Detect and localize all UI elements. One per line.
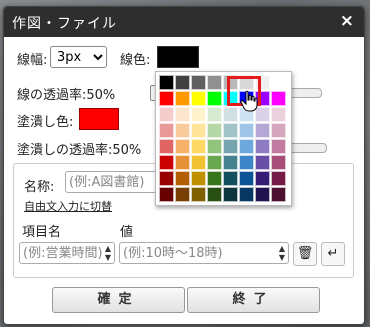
palette-swatch[interactable] (159, 91, 174, 106)
palette-swatch[interactable] (223, 187, 238, 202)
free-input-toggle-link[interactable]: 自由文入力に切替 (24, 198, 112, 214)
palette-swatch[interactable] (191, 139, 206, 154)
palette-swatch[interactable] (191, 75, 206, 90)
palette-swatch[interactable] (255, 187, 270, 202)
line-color-label: 線色: (120, 53, 151, 68)
trash-icon: 🗑 (296, 246, 314, 261)
palette-swatch[interactable] (255, 139, 270, 154)
palette-swatch[interactable] (239, 123, 254, 138)
palette-swatch[interactable] (207, 139, 222, 154)
exit-button[interactable]: 終了 (187, 287, 320, 313)
palette-swatch[interactable] (159, 107, 174, 122)
value-input[interactable]: (例:10時～18時) ▲ ▼ (119, 242, 289, 264)
palette-swatch[interactable] (175, 171, 190, 186)
item-name-input[interactable]: (例:営業時間) ▲ ▼ (19, 242, 115, 264)
palette-swatch[interactable] (175, 91, 190, 106)
palette-swatch[interactable] (191, 107, 206, 122)
spin-down-icon[interactable]: ▼ (277, 253, 287, 262)
palette-swatch[interactable] (207, 91, 222, 106)
palette-swatch[interactable] (223, 139, 238, 154)
palette-swatch[interactable] (223, 123, 238, 138)
palette-swatch[interactable] (191, 155, 206, 170)
spin-up-icon[interactable]: ▲ (277, 244, 287, 253)
delete-row-button[interactable]: 🗑 (293, 242, 317, 266)
palette-swatch[interactable] (159, 75, 174, 90)
palette-swatch[interactable] (271, 107, 286, 122)
item-name-header: 項目名 (22, 225, 62, 240)
palette-swatch[interactable] (271, 187, 286, 202)
palette-swatch[interactable] (255, 171, 270, 186)
palette-swatch[interactable] (191, 187, 206, 202)
dialog-title: 作図・ファイル (12, 16, 117, 32)
palette-swatch[interactable] (271, 123, 286, 138)
item-name-placeholder: (例:営業時間) (23, 246, 103, 261)
palette-swatch[interactable] (239, 155, 254, 170)
palette-swatch[interactable] (271, 75, 286, 90)
color-palette-popup (155, 71, 292, 206)
palette-swatch[interactable] (239, 171, 254, 186)
palette-swatch[interactable] (207, 155, 222, 170)
spin-up-icon[interactable]: ▲ (103, 244, 113, 253)
palette-swatch[interactable] (255, 155, 270, 170)
palette-swatch[interactable] (159, 171, 174, 186)
palette-swatch[interactable] (175, 75, 190, 90)
name-label: 名称: (24, 180, 55, 195)
enter-icon: ↵ (327, 246, 339, 261)
value-spinner[interactable]: ▲ ▼ (277, 244, 287, 263)
add-row-button[interactable]: ↵ (321, 242, 345, 266)
palette-swatch[interactable] (271, 171, 286, 186)
palette-swatch[interactable] (223, 171, 238, 186)
close-icon[interactable]: × (340, 11, 354, 31)
fill-color-swatch[interactable] (79, 108, 119, 130)
palette-swatch[interactable] (207, 187, 222, 202)
palette-swatch[interactable] (239, 139, 254, 154)
value-placeholder: (例:10時～18時) (123, 246, 223, 261)
palette-swatch[interactable] (175, 155, 190, 170)
palette-swatch[interactable] (255, 123, 270, 138)
spin-down-icon[interactable]: ▼ (103, 253, 113, 262)
line-width-select[interactable]: 3px (50, 46, 107, 68)
palette-swatch[interactable] (175, 139, 190, 154)
palette-swatch[interactable] (175, 187, 190, 202)
palette-swatch[interactable] (159, 187, 174, 202)
palette-swatch[interactable] (159, 123, 174, 138)
palette-swatch[interactable] (207, 171, 222, 186)
title-bar: 作図・ファイル × (4, 7, 364, 37)
palette-swatch[interactable] (271, 155, 286, 170)
name-input[interactable]: (例:A図書館) (65, 171, 157, 193)
palette-swatch[interactable] (207, 75, 222, 90)
palette-swatch[interactable] (159, 139, 174, 154)
item-spinner[interactable]: ▲ ▼ (103, 244, 113, 263)
palette-swatch[interactable] (239, 187, 254, 202)
line-opacity-label: 線の透過率:50% (17, 88, 116, 103)
palette-swatch[interactable] (175, 107, 190, 122)
fill-color-label: 塗潰し色: (17, 115, 74, 130)
value-header: 値 (120, 225, 134, 240)
palette-swatch[interactable] (207, 123, 222, 138)
palette-swatch[interactable] (175, 123, 190, 138)
confirm-button[interactable]: 確定 (52, 287, 185, 313)
palette-swatch[interactable] (271, 139, 286, 154)
palette-swatch[interactable] (191, 171, 206, 186)
fill-opacity-label: 塗潰しの透過率:50% (17, 143, 142, 158)
line-width-label: 線幅: (17, 53, 48, 68)
hand-cursor-icon (240, 90, 258, 112)
palette-swatch[interactable] (191, 123, 206, 138)
palette-swatch[interactable] (207, 107, 222, 122)
palette-swatch[interactable] (223, 155, 238, 170)
palette-swatch[interactable] (191, 91, 206, 106)
palette-swatch[interactable] (159, 155, 174, 170)
line-color-swatch[interactable] (157, 46, 199, 68)
palette-swatch[interactable] (223, 107, 238, 122)
palette-swatch[interactable] (271, 91, 286, 106)
